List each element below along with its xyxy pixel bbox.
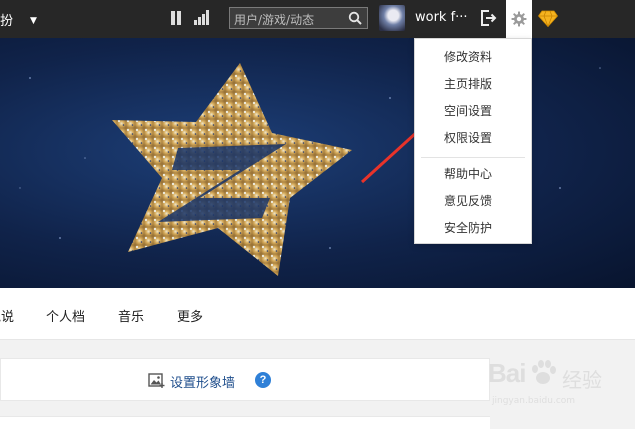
menu-item-help-center[interactable]: 帮助中心 <box>415 161 531 187</box>
signal-bars-icon[interactable] <box>194 10 210 25</box>
diamond-vip-icon[interactable] <box>538 10 558 27</box>
menu-item-edit-profile[interactable]: 修改资料 <box>415 44 531 70</box>
menu-item-permission-settings[interactable]: 权限设置 <box>415 125 531 151</box>
menu-item-homepage-layout[interactable]: 主页排版 <box>415 71 531 97</box>
tab-profile[interactable]: 个人档 <box>46 306 85 325</box>
set-photo-wall-link[interactable]: 设置形象墙 <box>170 372 235 391</box>
search-box[interactable]: 用户/游戏/动态 <box>229 7 368 29</box>
menu-divider <box>421 157 525 158</box>
content-area <box>0 416 490 429</box>
dress-up-label: 装扮 <box>0 14 14 29</box>
settings-button[interactable] <box>506 0 532 38</box>
image-icon <box>148 373 165 388</box>
watermark-url: jingyan.baidu.com <box>492 396 576 406</box>
watermark-brand: Bai <box>488 358 526 388</box>
menu-item-feedback[interactable]: 意见反馈 <box>415 188 531 214</box>
search-icon[interactable] <box>348 11 362 25</box>
menu-item-security[interactable]: 安全防护 <box>415 215 531 241</box>
tab-music[interactable]: 音乐 <box>118 306 144 325</box>
cover-banner <box>0 38 635 288</box>
photo-wall-panel: 设置形象墙 ? <box>0 358 490 401</box>
baidu-jingyan-watermark: Bai 经验 jingyan.baidu.com <box>488 356 628 412</box>
paw-icon <box>532 360 556 384</box>
gear-icon <box>511 11 527 27</box>
tab-more[interactable]: 更多 <box>177 306 203 325</box>
help-icon[interactable]: ? <box>255 372 271 388</box>
search-input[interactable]: 用户/游戏/动态 <box>234 11 314 28</box>
menu-item-space-settings[interactable]: 空间设置 <box>415 98 531 124</box>
profile-tabs: 说说 个人档 音乐 更多 <box>0 288 635 340</box>
avatar[interactable] <box>379 5 405 31</box>
annotation-arrow <box>360 114 437 184</box>
top-bar: 装扮 ▼ 用户/游戏/动态 work f··· <box>0 0 635 38</box>
logout-icon[interactable] <box>479 9 497 27</box>
tab-moments[interactable]: 说说 <box>0 306 14 325</box>
watermark-brand-cn: 经验 <box>562 368 602 392</box>
username[interactable]: work f··· <box>415 10 468 25</box>
pause-icon[interactable] <box>170 11 182 25</box>
settings-dropdown-menu: 修改资料 主页排版 空间设置 权限设置 帮助中心 意见反馈 安全防护 <box>414 38 532 244</box>
caret-down-icon: ▼ <box>30 16 37 26</box>
dress-up-menu[interactable]: 装扮 ▼ <box>0 10 37 29</box>
